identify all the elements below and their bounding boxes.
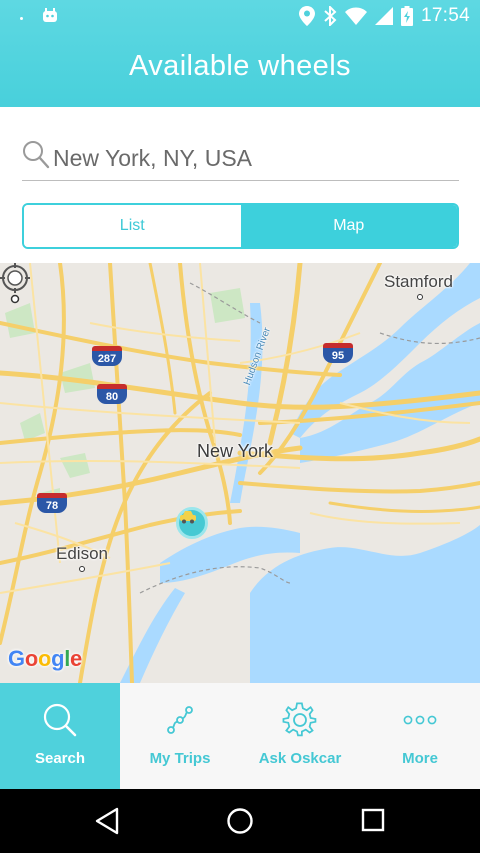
page-title: Available wheels: [129, 50, 351, 82]
search-icon: [43, 703, 77, 737]
android-notification-icon: [43, 8, 57, 22]
map-view[interactable]: Stamford New York Edison Hudson River 28…: [0, 263, 480, 683]
trips-icon: [167, 706, 193, 734]
nav-search-label: Search: [34, 750, 86, 767]
map-label-edison: Edison: [56, 544, 108, 563]
car-icon: [180, 511, 196, 524]
highway-shield-95: 95: [323, 343, 353, 363]
gear-icon: [282, 702, 317, 737]
nav-ask-oskcar-label: Ask Oskcar: [258, 750, 342, 767]
google-attribution-logo: Google: [8, 646, 82, 671]
battery-icon: [400, 6, 413, 26]
bluetooth-icon: [324, 6, 337, 26]
nav-more-label: More: [402, 750, 438, 767]
location-search: [22, 137, 459, 181]
nav-more[interactable]: More: [360, 683, 480, 789]
stamford-dot-icon: [417, 294, 423, 300]
highway-shield-80: 80: [97, 384, 127, 404]
nav-trips-icon-wrap: [166, 702, 194, 738]
cell-signal-icon: [374, 7, 393, 25]
map-base: [0, 263, 480, 683]
nav-gear-icon-wrap: [282, 702, 318, 738]
nav-my-trips-label: My Trips: [149, 750, 211, 767]
map-view-tab[interactable]: Map: [240, 205, 457, 247]
recent-apps-icon[interactable]: [361, 807, 385, 833]
list-view-tab[interactable]: List: [24, 205, 241, 247]
status-left: [20, 6, 59, 24]
status-clock: 17:54: [420, 5, 470, 26]
nav-search-icon-wrap: [42, 702, 78, 738]
nav-ask-oskcar[interactable]: Ask Oskcar: [240, 683, 360, 789]
highway-shield-78: 78: [37, 493, 67, 513]
view-toggle: List Map: [22, 203, 459, 249]
location-search-input[interactable]: [53, 141, 453, 175]
nav-more-icon-wrap: [403, 702, 437, 738]
map-label-new-york: New York: [197, 441, 274, 461]
highway-shield-287: 287: [92, 346, 122, 366]
back-icon[interactable]: [94, 807, 120, 835]
vehicle-marker[interactable]: [176, 507, 208, 539]
status-right: 17:54: [298, 5, 470, 27]
current-location-marker-icon[interactable]: [0, 263, 30, 307]
nav-search[interactable]: Search: [0, 683, 120, 789]
map-label-stamford: Stamford: [384, 272, 453, 291]
bottom-navigation: Search My Trips Ask Oskcar More: [0, 683, 480, 789]
notification-dot-icon: [20, 16, 23, 20]
status-bar: 17:54: [0, 0, 480, 33]
location-icon: [298, 6, 315, 26]
more-dots-icon: [403, 715, 437, 725]
app-header: 17:54 Available wheels: [0, 0, 480, 107]
search-icon: [23, 141, 50, 169]
home-icon[interactable]: [226, 807, 254, 835]
edison-dot-icon: [79, 566, 85, 572]
wifi-icon: [344, 7, 367, 25]
system-navigation-bar: [0, 789, 480, 853]
nav-my-trips[interactable]: My Trips: [120, 683, 240, 789]
